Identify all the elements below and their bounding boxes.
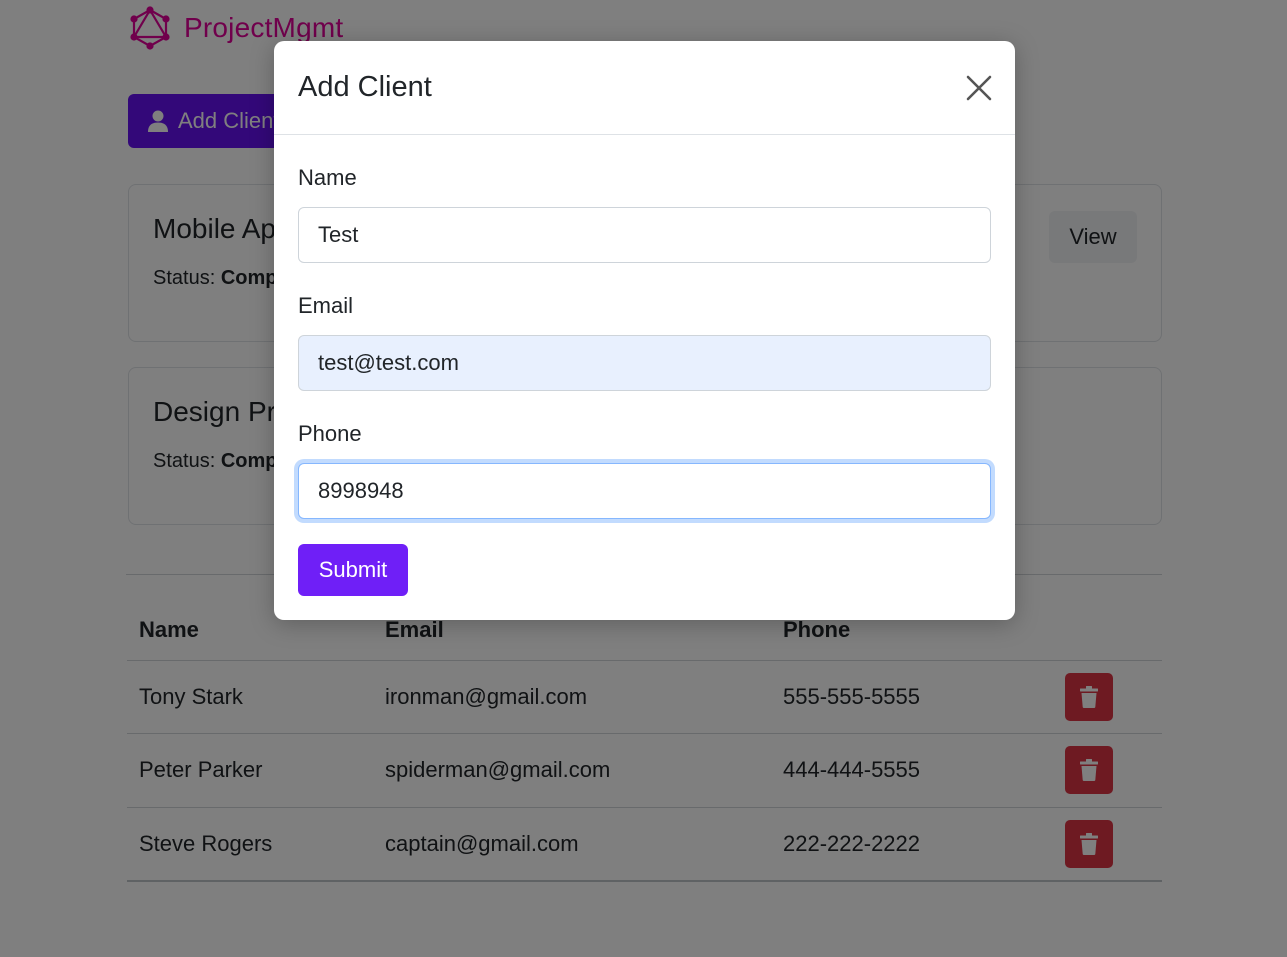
modal-header: Add Client [274, 41, 1015, 135]
email-input[interactable] [298, 335, 991, 391]
name-label: Name [298, 165, 357, 190]
add-client-modal: Add Client Name Email Phone Submit [274, 41, 1015, 620]
close-button[interactable] [960, 69, 998, 107]
name-input[interactable] [298, 207, 991, 263]
phone-input[interactable] [298, 463, 991, 519]
phone-label: Phone [298, 421, 362, 446]
submit-button[interactable]: Submit [298, 544, 408, 596]
email-label: Email [298, 293, 354, 318]
close-icon [966, 75, 992, 101]
modal-title: Add Client [298, 71, 432, 103]
